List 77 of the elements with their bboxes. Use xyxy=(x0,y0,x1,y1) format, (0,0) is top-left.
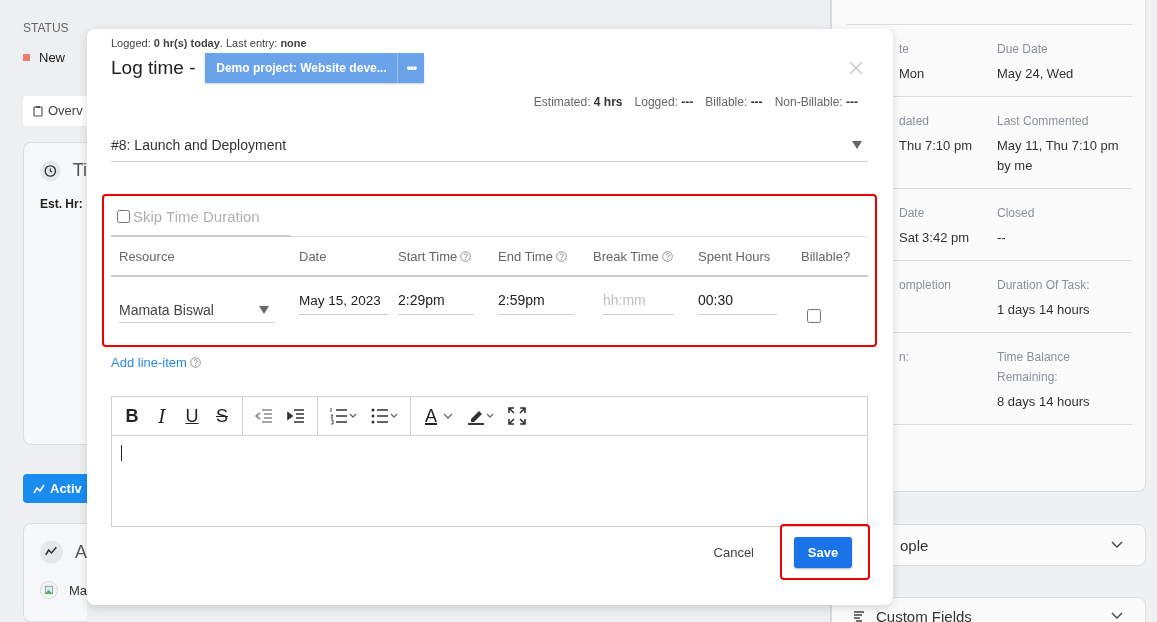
stat-text: Logged: --- xyxy=(634,95,694,109)
add-line-item-link[interactable]: Add line-item xyxy=(111,355,187,370)
detail-label: Closed xyxy=(997,205,1036,222)
detail-label: n: xyxy=(899,349,910,366)
bullet-list-icon[interactable] xyxy=(371,407,398,425)
detail-value: May 24, Wed xyxy=(997,65,1075,83)
break-time-field[interactable]: hh:mm xyxy=(603,292,674,315)
detail-value: Mon xyxy=(899,65,926,83)
activity-icon xyxy=(33,483,45,494)
detail-label: Duration Of Task: xyxy=(997,277,1091,294)
estimate-label: Est. Hr: xyxy=(40,196,84,211)
detail-label: Time Balance Remaining: xyxy=(997,349,1071,386)
column-header: Billable? xyxy=(801,248,851,264)
column-header: Resource xyxy=(119,248,175,264)
field-label: STATUS xyxy=(23,21,70,35)
column-header: Date xyxy=(299,248,327,264)
detail-label: Last Commented xyxy=(997,113,1090,130)
detail-label: ompletion xyxy=(899,277,953,294)
bold-button[interactable]: B xyxy=(120,402,144,430)
strike-button[interactable]: S xyxy=(210,402,234,430)
underline-button[interactable]: U xyxy=(180,402,204,430)
detail-label: te xyxy=(899,41,910,58)
numbered-list-icon[interactable] xyxy=(330,407,357,425)
detail-value: 8 days 14 hours xyxy=(997,393,1091,411)
detail-value: May 11, Thu 7:10 pm by me xyxy=(997,137,1120,175)
clipboard-icon xyxy=(33,104,43,117)
billable-checkbox[interactable] xyxy=(807,309,821,323)
clock-icon xyxy=(40,158,61,183)
dialog-title: Log time - xyxy=(111,57,196,79)
task-select[interactable]: #8: Launch and Deployment xyxy=(111,137,868,162)
detail-value: Thu 7:10 pm xyxy=(899,137,973,155)
column-header: Start Time xyxy=(398,248,458,264)
fullscreen-icon[interactable] xyxy=(508,407,526,425)
save-button[interactable]: Save xyxy=(794,537,852,568)
spent-hours-field[interactable]: 00:30 xyxy=(698,292,777,315)
accordion-title[interactable]: ople xyxy=(900,536,1111,554)
column-header: End Time xyxy=(498,248,553,264)
resource-select[interactable]: Mamata Biswal xyxy=(119,291,275,323)
text-cursor xyxy=(121,445,122,461)
chevron-down-icon xyxy=(443,413,453,419)
status-square xyxy=(23,54,30,61)
activity-icon xyxy=(40,540,63,565)
end-time-field[interactable]: 2:59pm xyxy=(498,292,574,315)
caret-icon xyxy=(259,305,269,314)
italic-button[interactable]: I xyxy=(150,402,174,430)
checkbox[interactable] xyxy=(117,209,130,223)
help-icon xyxy=(189,357,201,368)
detail-value: 1 days 14 hours xyxy=(997,301,1091,319)
overview-tab[interactable]: Overv xyxy=(23,96,87,126)
status-value: New xyxy=(39,50,65,65)
card-title: A xyxy=(75,541,87,563)
checkbox-label: Skip Time Duration xyxy=(133,207,260,225)
user-name: Ma xyxy=(68,582,87,598)
column-header: Break Time xyxy=(593,248,659,264)
resource-name: Mamata Biswal xyxy=(119,301,214,318)
detail-value: Sat 3:42 pm xyxy=(899,229,971,247)
chevron-down-icon xyxy=(1111,541,1123,549)
detail-label: dated xyxy=(899,113,931,130)
accordion-title[interactable]: Custom Fields xyxy=(876,607,1100,622)
stat-text: Billable: --- xyxy=(705,95,763,109)
log-summary: Logged: 0 hr(s) today. Last entry: none xyxy=(111,37,308,49)
text-color-button[interactable]: A xyxy=(419,402,457,430)
task-name: #8: Launch and Deployment xyxy=(111,137,287,153)
cancel-button[interactable]: Cancel xyxy=(707,543,760,561)
column-header: Spent Hours xyxy=(698,248,771,264)
outdent-icon[interactable] xyxy=(255,407,273,425)
start-time-field[interactable]: 2:29pm xyxy=(398,292,474,315)
detail-label: Date xyxy=(899,205,926,222)
detail-label: Due Date xyxy=(997,41,1049,58)
card-title: Ti xyxy=(72,160,87,182)
detail-value: -- xyxy=(997,229,1007,247)
stat-text: Estimated: 4 hrs xyxy=(533,95,623,109)
stat-text: Non-Billable: --- xyxy=(774,95,858,109)
indent-icon[interactable] xyxy=(287,407,305,425)
date-field[interactable]: May 15, 2023 xyxy=(299,293,388,315)
caret-icon xyxy=(852,141,862,149)
chevron-down-icon xyxy=(1111,612,1123,620)
